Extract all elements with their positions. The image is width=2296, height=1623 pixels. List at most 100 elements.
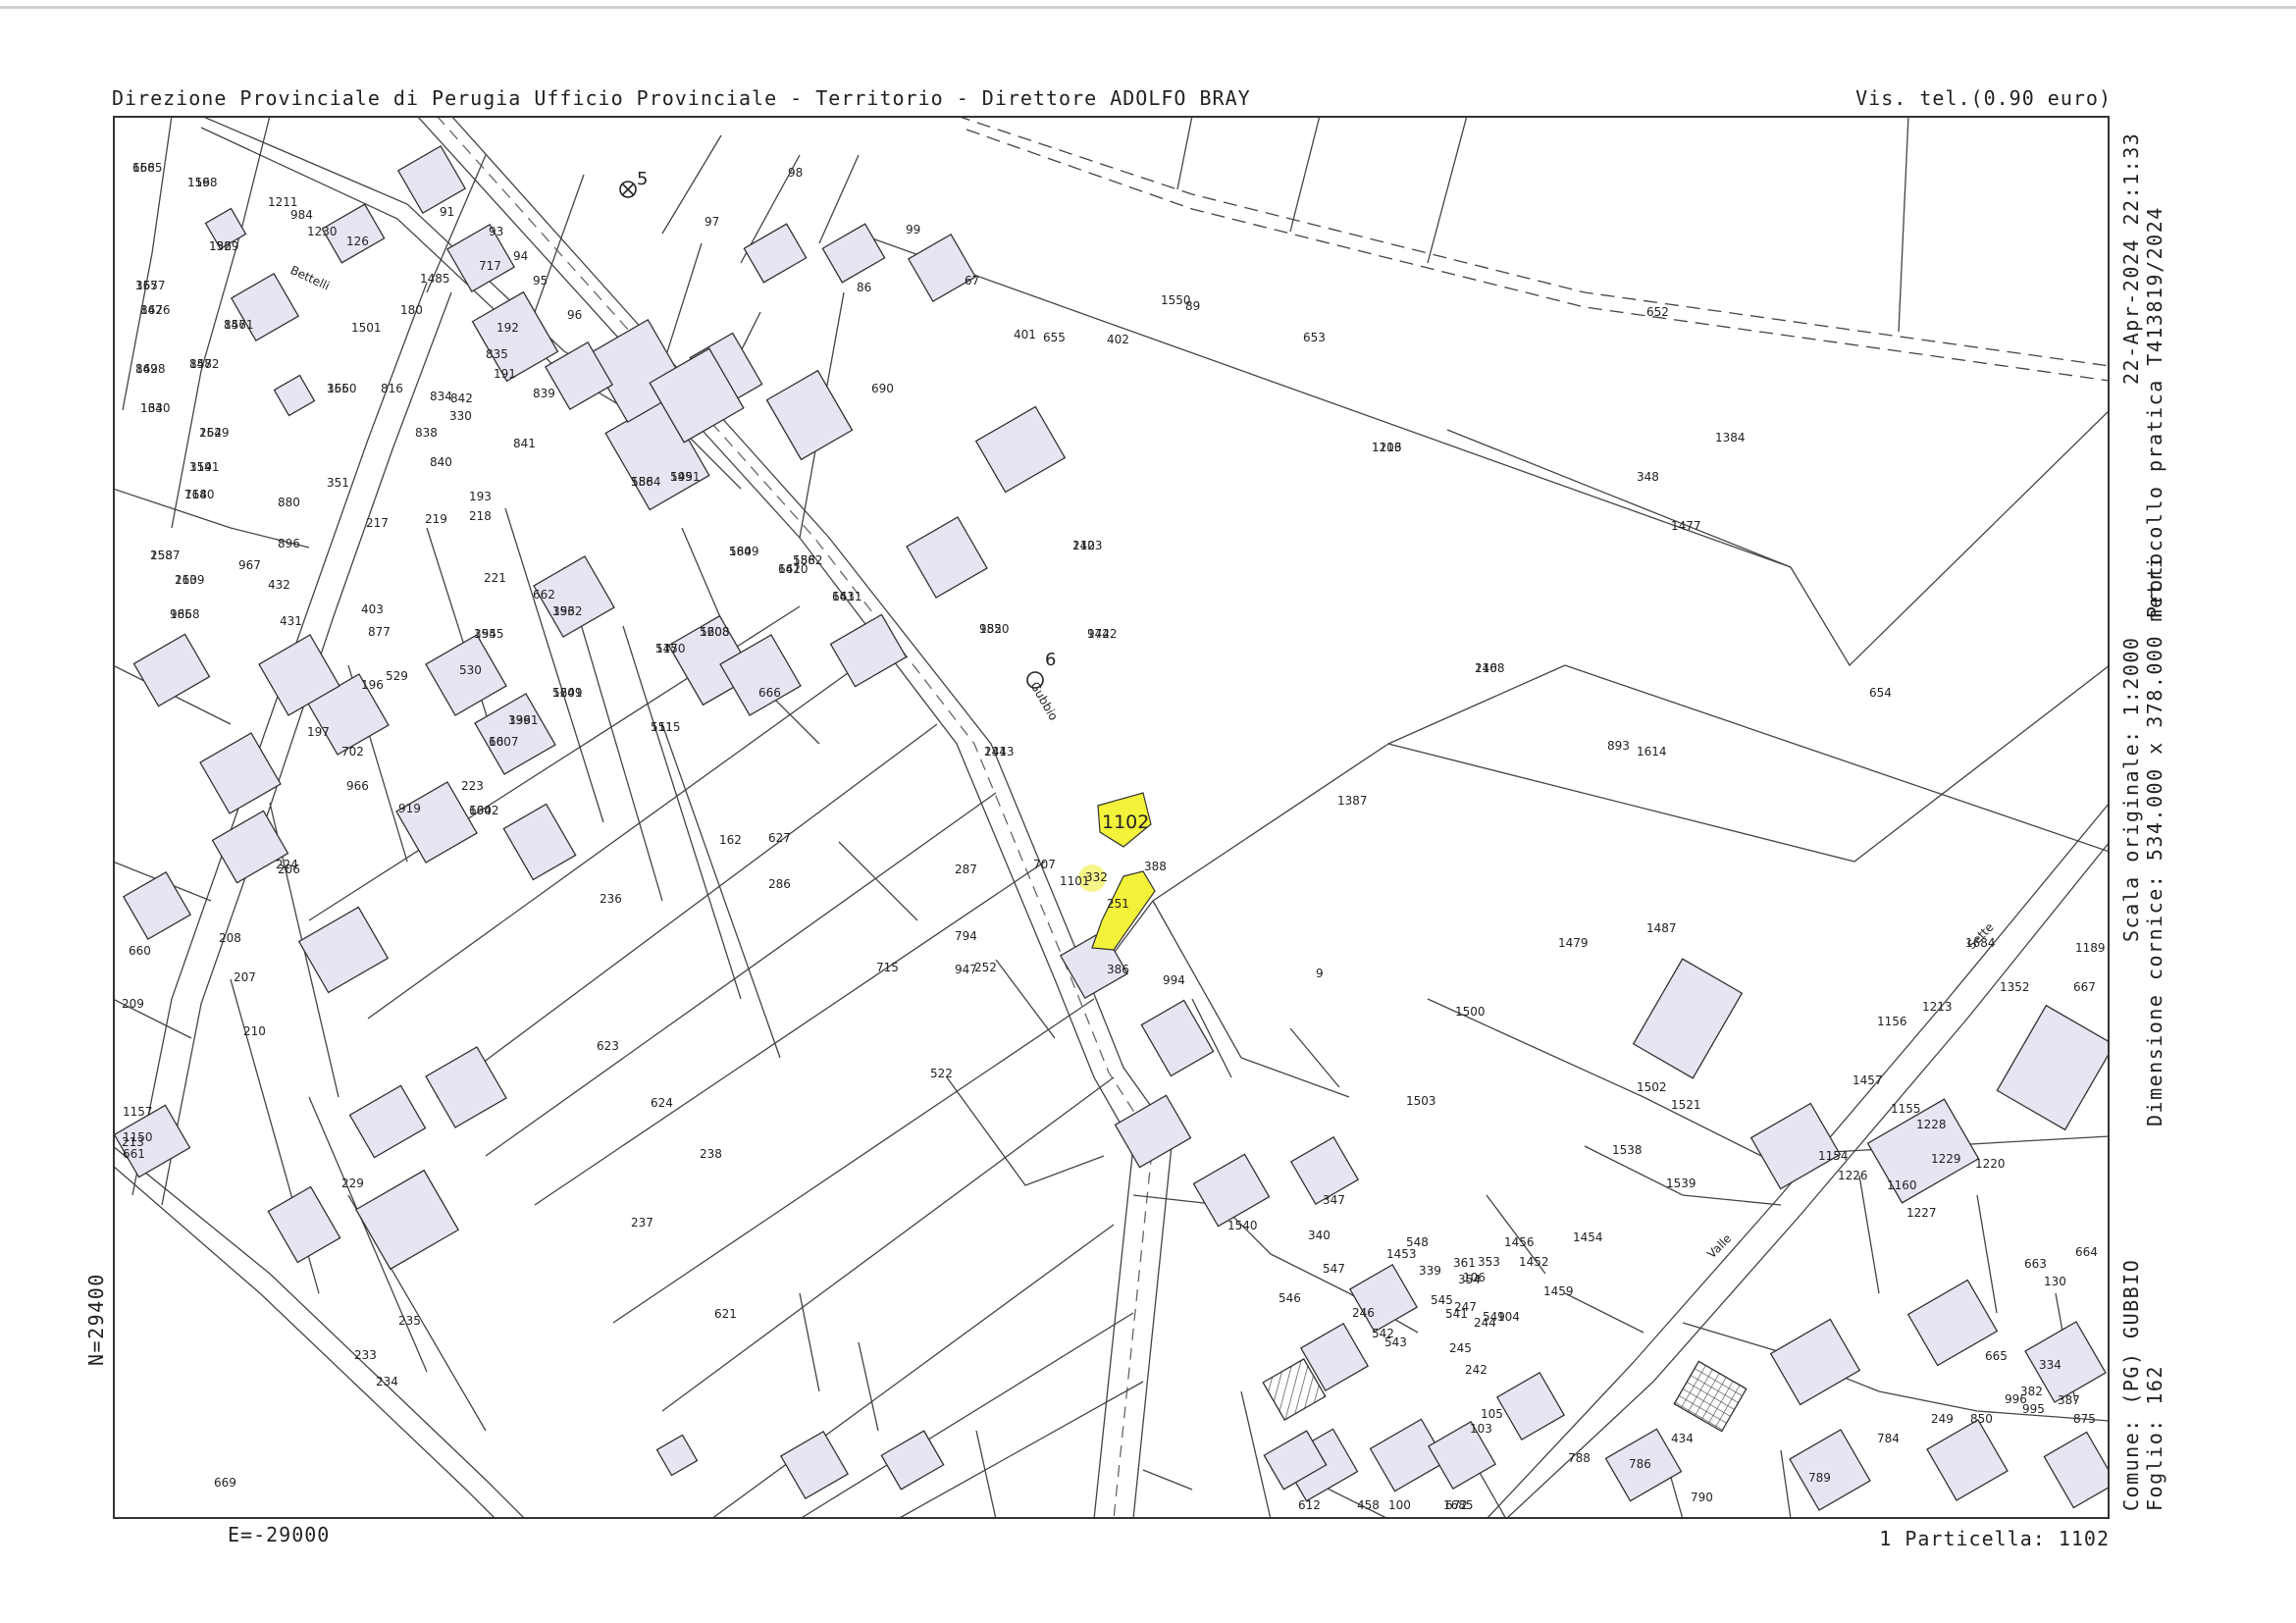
- road-label: Valle: [1704, 1231, 1734, 1261]
- parcel-label: 96: [567, 308, 582, 322]
- parcel-label: 1227: [1906, 1206, 1937, 1220]
- parcel-label: 1228: [1916, 1118, 1947, 1131]
- parcel-label: 1452: [1519, 1255, 1549, 1269]
- parcel-label: 1487: [1646, 921, 1677, 935]
- parcel-label: 286: [768, 877, 791, 891]
- parcel-label: 1157: [123, 1105, 153, 1119]
- parcel-label: 986: [170, 607, 192, 621]
- parcel-label: 242: [1072, 539, 1095, 552]
- parcel-label: 367: [135, 279, 158, 292]
- parcel-label: 260: [175, 573, 197, 587]
- parcel-label: 98: [788, 166, 803, 180]
- parcel-label: 530: [459, 663, 482, 677]
- parcel-label: 246: [1352, 1306, 1375, 1320]
- parcel-label: 667: [2073, 980, 2096, 994]
- parcel-label: 1539: [1666, 1177, 1696, 1190]
- parcel-label: 223: [461, 779, 484, 793]
- parcel-label: 966: [346, 779, 369, 793]
- parcel-label: 846: [224, 318, 246, 332]
- parcel-label: 1456: [1504, 1235, 1535, 1249]
- parcel-label: 664: [2075, 1245, 2098, 1259]
- parcel-label: 840: [430, 455, 452, 469]
- parcel-label: 206: [278, 863, 300, 876]
- parcel-label: 1213: [1922, 1000, 1953, 1014]
- parcel-label: 210: [243, 1024, 266, 1038]
- parcel-label: 395: [474, 627, 496, 641]
- parcel-label: 403: [361, 602, 384, 616]
- parcel-label: 351: [327, 476, 349, 490]
- parcel-label: 788: [1568, 1451, 1591, 1465]
- parcel-label: 816: [381, 382, 403, 395]
- parcel-label: 661: [123, 1147, 145, 1161]
- parcel-label: 643: [832, 590, 855, 603]
- parcel-label: 972: [1087, 627, 1110, 641]
- parcel-label: 99: [906, 223, 920, 236]
- highlighted-parcel-label: 1102: [1102, 812, 1149, 833]
- road-label: Gubbio: [1027, 680, 1061, 723]
- parcel-label: 669: [214, 1476, 236, 1490]
- parcel-label: 219: [425, 512, 447, 526]
- parcel-label: 245: [1449, 1341, 1472, 1355]
- parcel-label: 353: [1478, 1255, 1500, 1269]
- parcel-label: 547: [1323, 1262, 1345, 1276]
- parcel-label: 89: [1185, 299, 1200, 313]
- parcel-label: 334: [2039, 1358, 2061, 1372]
- parcel-label: 996: [2005, 1392, 2027, 1406]
- parcel-label: 217: [366, 516, 389, 530]
- parcel-label: 517: [655, 642, 678, 655]
- parcel-label: 1540: [1227, 1219, 1258, 1232]
- frame-dimensions: Dimensione cornice: 534.000 x 378.000 me…: [2143, 554, 2166, 1126]
- cadastral-map: 1565156815691557162615711572162816301629…: [113, 116, 2110, 1519]
- parcel-label: 162: [719, 833, 742, 847]
- parcel-label: 662: [533, 588, 555, 602]
- parcel-label: 100: [1388, 1498, 1411, 1512]
- parcel-label: 1503: [1406, 1094, 1436, 1108]
- parcel-label: 660: [129, 944, 151, 958]
- road-label: Bettelli: [288, 263, 332, 293]
- parcel-label: 233: [354, 1348, 377, 1362]
- parcel-label: 236: [600, 892, 622, 906]
- parcel-label: 623: [597, 1039, 619, 1053]
- parcel-label: 1155: [1891, 1102, 1921, 1116]
- parcel-label: 1614: [1637, 745, 1667, 759]
- parcel-label: 896: [278, 537, 300, 550]
- parcel-label: 880: [278, 496, 300, 509]
- parcel-label: 529: [386, 669, 408, 683]
- parcel-label: 790: [1691, 1491, 1713, 1504]
- parcel-label: 207: [234, 970, 256, 984]
- parcel-label: 134: [140, 401, 163, 415]
- parcel-label: 1220: [1975, 1157, 2006, 1171]
- parcel-label: 1387: [1337, 794, 1368, 808]
- parcel-label: 386: [1107, 963, 1129, 976]
- parcel-label: 786: [1629, 1457, 1651, 1471]
- parcel-label: 621: [714, 1307, 737, 1321]
- parcel-label: 627: [768, 831, 791, 845]
- parcel-label: 401: [1014, 328, 1036, 341]
- parcel-label: 834: [430, 390, 452, 403]
- parcel-label: 1213: [1372, 441, 1402, 454]
- parcel-label: 1189: [2075, 941, 2106, 955]
- parcel-label: 247: [1454, 1300, 1477, 1314]
- parcel-label: 244: [1474, 1316, 1496, 1330]
- parcel-label: 586: [793, 553, 815, 567]
- parcel-label: 1685: [1443, 1498, 1474, 1512]
- parcel-label: 258: [150, 549, 173, 562]
- parcel-label: 191: [494, 367, 516, 381]
- parcel-label: 599: [670, 470, 693, 484]
- parcel-label: 1500: [1455, 1005, 1486, 1019]
- parcel-label: 1501: [351, 321, 382, 335]
- parcel-label: 237: [631, 1216, 653, 1230]
- parcel-label: 94: [513, 249, 528, 263]
- parcel-label: 717: [479, 259, 501, 273]
- parcel-label: 348: [1637, 470, 1659, 484]
- survey-marker-label: 5: [637, 169, 648, 189]
- parcel-label: 1352: [2000, 980, 2030, 994]
- sheet-number: Foglio: 162: [2143, 1365, 2166, 1511]
- parcel-label: 511: [651, 720, 673, 734]
- parcel-label: 105: [1481, 1407, 1503, 1421]
- parcel-label: 654: [1869, 686, 1892, 700]
- parcel-label: 1154: [1818, 1149, 1849, 1163]
- parcel-label: 877: [368, 625, 391, 639]
- east-coordinate: E=-29000: [228, 1523, 331, 1546]
- parcel-label: 339: [1419, 1264, 1441, 1278]
